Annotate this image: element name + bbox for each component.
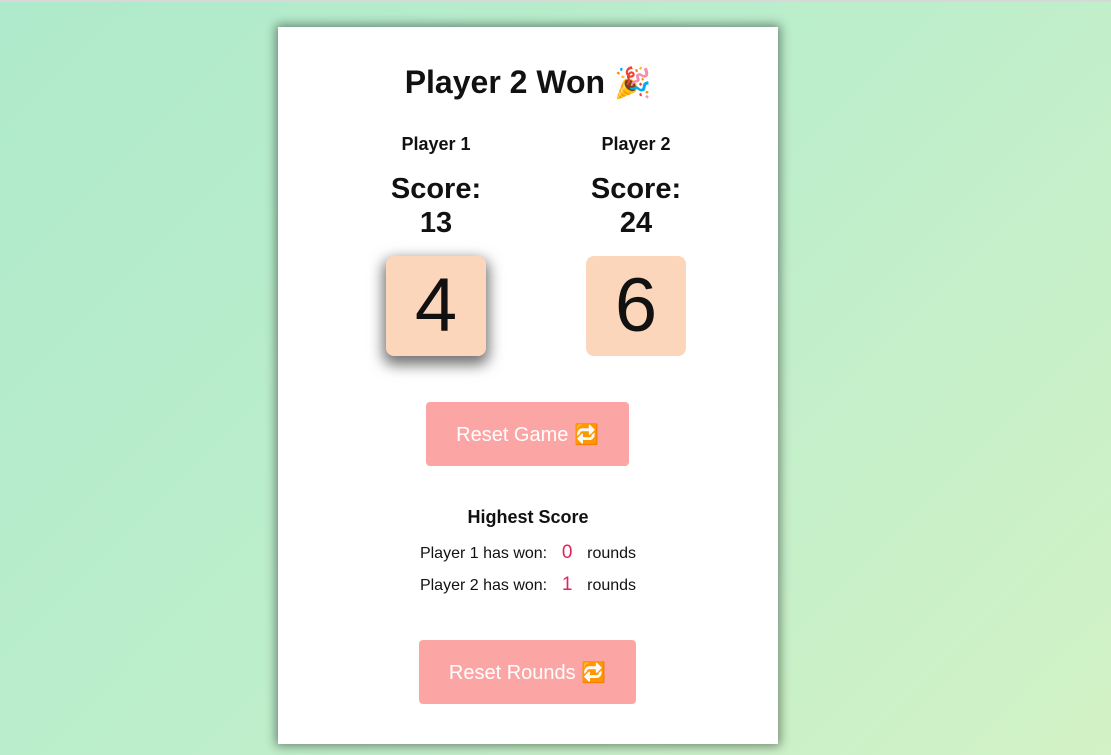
repeat-icon: 🔁 xyxy=(573,423,599,446)
player-2-die[interactable]: 6 xyxy=(586,256,686,356)
player-2-rounds-prefix: Player 2 has won: xyxy=(419,577,548,594)
player-1-name: Player 1 xyxy=(401,134,471,154)
party-popper-icon: 🎉 xyxy=(613,67,652,100)
reset-game-label: Reset Game xyxy=(456,423,569,446)
player-2-score-value: 24 xyxy=(619,207,653,239)
player-1-rounds-count: 0 xyxy=(561,542,573,563)
player-1-rounds-suffix: rounds xyxy=(587,545,637,562)
player-2-score: Score: 24 xyxy=(536,172,736,240)
winner-title-text: Player 2 Won xyxy=(404,64,606,100)
top-border xyxy=(0,0,1111,2)
player-1-die[interactable]: 4 xyxy=(386,256,486,356)
player-1-score-value: 13 xyxy=(419,207,453,239)
player-2-score-label: Score: xyxy=(590,173,682,205)
player-1-panel: Player 1 Score: 13 4 xyxy=(336,132,536,356)
highest-score-section: Highest Score Player 1 has won: 0 rounds P… xyxy=(278,505,778,601)
player-2-rounds-count: 1 xyxy=(561,574,573,595)
player-2-name: Player 2 xyxy=(601,134,671,154)
player-2-rounds-suffix: rounds xyxy=(587,577,637,594)
player-1-rounds-row: Player 1 has won: 0 rounds xyxy=(278,537,778,569)
player-2-panel: Player 2 Score: 24 6 xyxy=(536,132,736,356)
winner-title: Player 2 Won 🎉 xyxy=(278,62,778,104)
repeat-icon: 🔁 xyxy=(581,661,607,684)
reset-game-button[interactable]: Reset Game 🔁 xyxy=(426,402,629,466)
player-2-rounds-row: Player 2 has won: 1 rounds xyxy=(278,569,778,601)
player-1-score: Score: 13 xyxy=(336,172,536,240)
highest-score-title: Highest Score xyxy=(467,507,589,527)
reset-rounds-button[interactable]: Reset Rounds 🔁 xyxy=(419,640,636,704)
game-card: Player 2 Won 🎉 Player 1 Score: 13 4 Play… xyxy=(278,27,778,744)
player-1-rounds-prefix: Player 1 has won: xyxy=(419,545,548,562)
reset-rounds-label: Reset Rounds xyxy=(448,661,576,684)
player-1-score-label: Score: xyxy=(390,173,482,205)
